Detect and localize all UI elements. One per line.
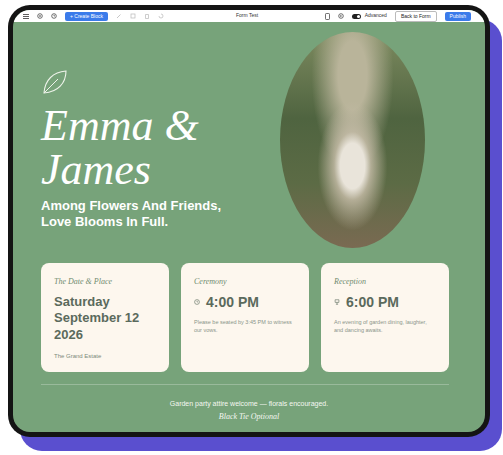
card-venue: The Grand Estate [54,352,156,361]
preview-icon[interactable] [338,13,344,19]
divider [41,384,449,385]
form-title: Form Test [236,12,258,20]
card-time-row: 6:00 PM [334,294,436,311]
detail-card: The Date & Place Saturday September 12 20… [41,263,169,372]
toolbar-right: Advanced Back to Form Publish [258,11,471,22]
couple-names: Emma & James [41,104,266,192]
card-note: An evening of garden dining, laughter, a… [334,318,436,335]
menu-icon[interactable] [23,14,29,19]
history-icon[interactable] [51,13,57,19]
advanced-toggle[interactable] [352,14,361,19]
card-title: Ceremony [194,276,296,288]
trash-icon[interactable] [144,13,150,19]
publish-button[interactable]: Publish [445,12,471,21]
back-to-form-button[interactable]: Back to Form [395,11,437,22]
detail-card: Ceremony 4:00 PM Please be seated by 3:45 … [181,263,309,372]
attire-note: Garden party attire welcome — florals en… [13,399,485,408]
create-block-button[interactable]: + Create Block [65,12,108,21]
glass-icon [334,299,340,305]
clock-icon [194,299,200,305]
card-note: Please be seated by 3:45 PM to witness o… [194,318,296,335]
undo-icon[interactable] [158,13,164,19]
hero-section: Emma & James Among Flowers And Friends, … [13,22,485,248]
card-date: Saturday September 12 2026 [54,294,156,343]
advanced-label: Advanced [365,12,387,20]
card-title: The Date & Place [54,276,156,288]
toolbar-left: + Create Block [23,12,236,21]
card-time-row: 4:00 PM [194,294,296,311]
card-title: Reception [334,276,436,288]
card-time: 4:00 PM [206,294,259,311]
hero-text: Emma & James Among Flowers And Friends, … [41,32,271,248]
toggle-knob [357,15,360,18]
device-frame: + Create Block Form Test Advanced [8,5,490,437]
copy-icon[interactable] [130,13,136,19]
leaf-icon [41,68,69,96]
couple-photo [280,32,425,248]
details-cards: The Date & Place Saturday September 12 20… [13,248,485,372]
settings-icon[interactable] [37,13,43,19]
mobile-preview-icon[interactable] [325,13,330,20]
dress-code: Black Tie Optional [13,412,485,422]
detail-card: Reception 6:00 PM An evening of garden din… [321,263,449,372]
advanced-switch[interactable]: Advanced [352,12,387,20]
card-time: 6:00 PM [346,294,399,311]
editor-screen: + Create Block Form Test Advanced [13,10,485,432]
tagline: Among Flowers And Friends, Love Blooms I… [41,198,246,230]
format-tools [116,13,164,19]
pen-icon[interactable] [116,13,122,19]
editor-toolbar: + Create Block Form Test Advanced [13,10,485,22]
